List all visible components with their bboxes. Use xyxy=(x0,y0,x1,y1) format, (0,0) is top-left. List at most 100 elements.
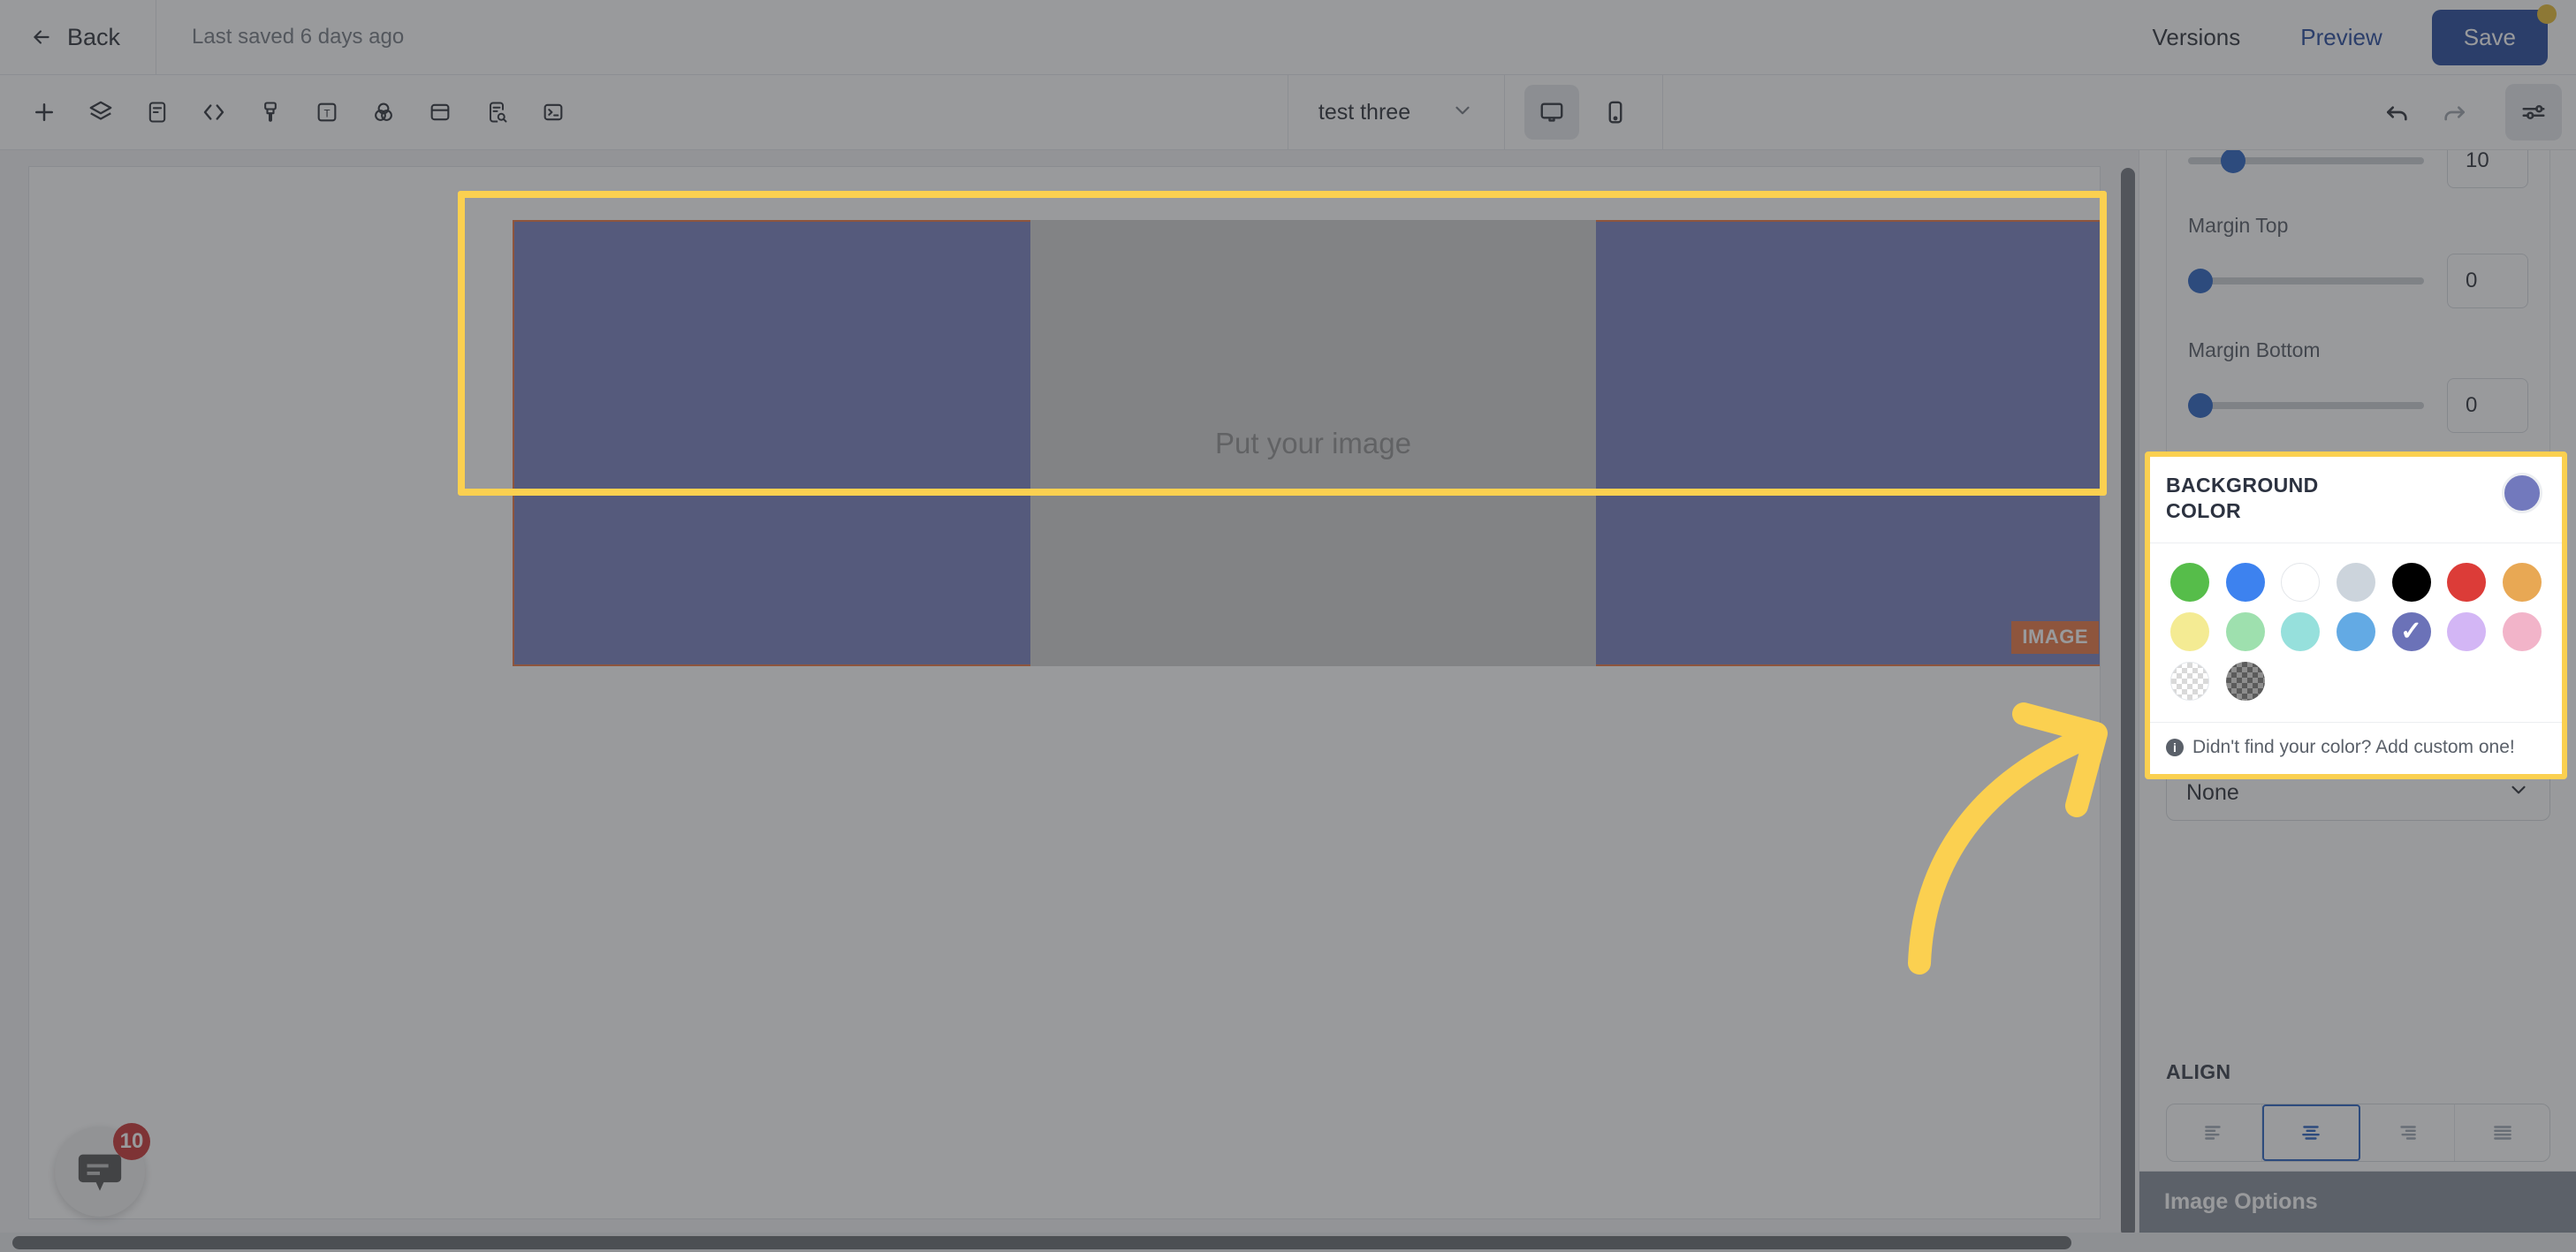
current-color-preview[interactable] xyxy=(2502,473,2542,513)
margin-top-slider-row[interactable]: 0 xyxy=(2188,254,2528,308)
inspect-icon[interactable] xyxy=(468,84,525,140)
canvas-area[interactable]: Put your image IMAGE xyxy=(28,166,2101,1219)
color-swatch-green[interactable] xyxy=(2170,562,2210,602)
margin-top-label: Margin Top xyxy=(2188,214,2289,237)
chat-unread-badge: 10 xyxy=(113,1123,150,1160)
versions-button[interactable]: Versions xyxy=(2123,24,2271,51)
bg-title-line1: BACKGROUND xyxy=(2166,474,2319,497)
cut-off-slider-row[interactable]: 10 xyxy=(2188,150,2528,188)
align-right-icon[interactable] xyxy=(2360,1104,2456,1161)
align-left-icon[interactable] xyxy=(2167,1104,2262,1161)
color-swatch-white[interactable] xyxy=(2281,562,2321,602)
layers-icon[interactable] xyxy=(72,84,129,140)
page-selector-value: test three xyxy=(1318,99,1411,125)
toolbar-divider-3 xyxy=(1662,74,1664,150)
color-swatch-lavender[interactable] xyxy=(2447,611,2487,651)
page-selector[interactable]: test three xyxy=(1288,75,1504,150)
align-field: ALIGN xyxy=(2166,1060,2550,1162)
container-icon[interactable] xyxy=(412,84,468,140)
color-swatch-black[interactable] xyxy=(2391,562,2431,602)
add-custom-color-text: Didn't find your color? Add custom one! xyxy=(2192,736,2515,757)
opacity-value: None xyxy=(2186,779,2239,805)
sliders-icon[interactable] xyxy=(2504,84,2562,140)
cut-off-value[interactable]: 10 xyxy=(2447,150,2528,188)
color-swatch-light-gray[interactable] xyxy=(2336,562,2375,602)
margin-top-slider-knob[interactable] xyxy=(2188,269,2213,293)
align-justify-icon[interactable] xyxy=(2455,1104,2549,1161)
cut-off-slider-track[interactable] xyxy=(2188,150,2424,173)
background-color-card: BACKGROUND COLOR ✓ i Didn't find your co… xyxy=(2145,451,2567,779)
margin-bottom-value[interactable]: 0 xyxy=(2447,378,2528,433)
margin-bottom-label: Margin Bottom xyxy=(2188,338,2321,361)
device-switcher xyxy=(1505,75,1662,150)
toolbar-right xyxy=(2369,75,2576,150)
background-color-title: BACKGROUND COLOR xyxy=(2166,473,2319,525)
monitor-icon[interactable] xyxy=(1524,85,1580,140)
margin-bottom-slider-knob[interactable] xyxy=(2188,393,2213,418)
cut-off-slider-knob[interactable] xyxy=(2221,150,2246,173)
margin-top-slider-track[interactable] xyxy=(2188,269,2424,293)
add-icon[interactable] xyxy=(16,84,72,140)
redo-icon[interactable] xyxy=(2426,84,2482,140)
terminal-icon[interactable] xyxy=(525,84,581,140)
color-swatch-indigo[interactable]: ✓ xyxy=(2391,611,2431,651)
margin-card: Margin Top 0 Margin Bottom 0 xyxy=(2166,187,2550,457)
block-type-badge: IMAGE xyxy=(2011,621,2099,654)
page-horizontal-scrollbar[interactable] xyxy=(0,1233,2576,1252)
back-label: Back xyxy=(67,23,121,50)
color-swatch-transparent[interactable] xyxy=(2170,661,2210,701)
phone-icon[interactable] xyxy=(1588,85,1643,140)
margin-bottom-slider-track[interactable] xyxy=(2188,393,2424,418)
toolbar-left-tools: T xyxy=(0,75,581,150)
color-swatch-pale-yellow[interactable] xyxy=(2170,611,2210,651)
color-swatch-grid: ✓ xyxy=(2150,543,2562,723)
code-icon[interactable] xyxy=(186,84,242,140)
scrollbar-thumb-horizontal[interactable] xyxy=(12,1236,2071,1249)
color-swatch-dark-checker[interactable] xyxy=(2225,661,2265,701)
save-button[interactable]: Save xyxy=(2431,9,2548,65)
app-root: Back Last saved 6 days ago Versions Prev… xyxy=(0,0,2576,1252)
color-swatch-red[interactable] xyxy=(2447,562,2487,602)
image-block-background: Put your image xyxy=(513,220,2100,666)
canvas-vertical-scrollbar[interactable] xyxy=(2118,150,2138,1252)
image-block[interactable]: Put your image IMAGE xyxy=(493,202,2100,666)
toolbar-center: test three xyxy=(1287,74,1664,150)
chevron-down-icon xyxy=(1451,99,1474,126)
margin-top-value[interactable]: 0 xyxy=(2447,254,2528,308)
header-actions: Versions Preview Save xyxy=(2123,9,2576,65)
chevron-down-icon xyxy=(2507,778,2530,808)
color-swatch-blue[interactable] xyxy=(2225,562,2265,602)
back-button[interactable]: Back xyxy=(0,0,157,75)
background-color-header: BACKGROUND COLOR xyxy=(2150,457,2562,543)
image-placeholder-text: Put your image xyxy=(1215,426,1411,459)
top-header: Back Last saved 6 days ago Versions Prev… xyxy=(0,0,2576,75)
margin-bottom-slider-row[interactable]: 0 xyxy=(2188,378,2528,433)
undo-icon[interactable] xyxy=(2369,84,2426,140)
chat-bubble-icon[interactable]: 10 xyxy=(55,1123,150,1217)
preview-button[interactable]: Preview xyxy=(2270,24,2412,51)
color-swatch-pink[interactable] xyxy=(2502,611,2542,651)
arrow-left-icon xyxy=(30,26,53,49)
check-icon: ✓ xyxy=(2399,616,2423,646)
color-swatch-aqua[interactable] xyxy=(2281,611,2321,651)
notification-dot xyxy=(2537,4,2557,24)
brush-icon[interactable] xyxy=(242,84,299,140)
align-button-group xyxy=(2166,1104,2550,1162)
color-blend-icon[interactable] xyxy=(355,84,412,140)
align-center-icon[interactable] xyxy=(2261,1104,2360,1161)
add-custom-color-row[interactable]: i Didn't find your color? Add custom one… xyxy=(2150,723,2562,774)
last-saved-text: Last saved 6 days ago xyxy=(192,25,405,49)
color-swatch-orange[interactable] xyxy=(2502,562,2542,602)
bg-title-line2: COLOR xyxy=(2166,499,2242,523)
color-swatch-mint[interactable] xyxy=(2225,611,2265,651)
sections-icon[interactable] xyxy=(129,84,186,140)
margin-bottom-field: Margin Bottom 0 xyxy=(2188,338,2528,433)
image-placeholder[interactable]: Put your image xyxy=(1030,220,1596,666)
image-options-header: Image Options xyxy=(2139,1172,2576,1233)
editor-toolbar: T test three xyxy=(0,74,2576,150)
text-icon[interactable]: T xyxy=(299,84,355,140)
svg-text:T: T xyxy=(323,108,330,119)
scrollbar-thumb-vertical[interactable] xyxy=(2121,168,2135,1237)
color-swatch-sky-blue[interactable] xyxy=(2336,611,2375,651)
